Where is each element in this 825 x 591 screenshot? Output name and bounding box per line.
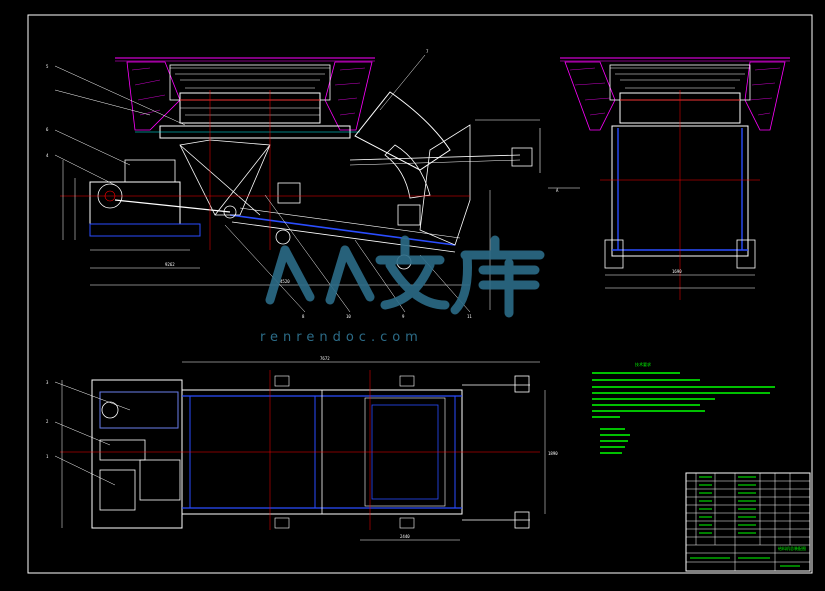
section-view: 1690	[560, 57, 790, 300]
watermark-logo	[265, 235, 545, 318]
watermark-url: renrendoc.com	[260, 330, 423, 345]
leader-label-2: 2	[46, 419, 49, 424]
plan-dimension-right: 1890	[548, 451, 558, 456]
leader-label-7: 7	[426, 49, 429, 54]
side-dimension-a: 9262	[165, 262, 175, 267]
leader-label-3: 3	[46, 380, 49, 385]
technical-notes: 技术要求	[592, 361, 775, 454]
plan-dimension-bottom: 2440	[400, 534, 410, 539]
section-dimension: 1690	[672, 269, 682, 274]
leader-label-1: 1	[46, 454, 49, 459]
plan-dimension-overall: 7672	[320, 356, 330, 361]
leader-label-5: 5	[46, 64, 49, 69]
section-mark: A	[556, 188, 559, 193]
title-block-drawing-title: 给料机总装配图	[778, 545, 806, 551]
title-block: 给料机总装配图	[685, 472, 811, 572]
leader-label-4: 4	[46, 153, 49, 158]
notes-title: 技术要求	[635, 361, 651, 367]
leader-label-6: 6	[46, 127, 49, 132]
plan-view: 3 2 1 7672 1890 2440	[46, 356, 558, 541]
